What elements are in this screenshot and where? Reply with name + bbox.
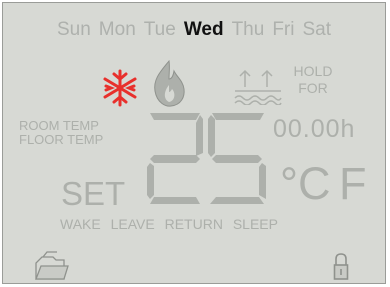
celsius-unit: °C bbox=[280, 158, 331, 209]
snowflake-icon bbox=[103, 69, 137, 107]
day-fri: Fri bbox=[272, 19, 295, 40]
day-tue: Tue bbox=[143, 19, 176, 40]
folder-icon bbox=[35, 251, 69, 280]
temperature-readout bbox=[147, 113, 266, 204]
mode-return: RETURN bbox=[164, 216, 223, 232]
room-temp-label: ROOM TEMP bbox=[19, 118, 99, 133]
hold-timer-readout: 00.00h bbox=[273, 115, 356, 143]
mode-leave: LEAVE bbox=[110, 216, 155, 232]
mode-sleep: SLEEP bbox=[232, 216, 278, 232]
day-thu: Thu bbox=[231, 19, 265, 40]
mode-wake: WAKE bbox=[60, 216, 101, 232]
lock-icon bbox=[333, 253, 349, 280]
fahrenheit-unit: F bbox=[339, 158, 367, 209]
thermostat-lcd: Sun Mon Tue Wed Thu Fri Sat HOLD FOR ROO… bbox=[2, 2, 386, 284]
day-sat: Sat bbox=[302, 19, 332, 40]
day-of-week-bar: Sun Mon Tue Wed Thu Fri Sat bbox=[3, 19, 385, 41]
schedule-modes: WAKE LEAVE RETURN SLEEP bbox=[60, 216, 282, 232]
floor-heating-icon bbox=[234, 69, 282, 105]
set-label: SET bbox=[61, 175, 126, 212]
day-mon: Mon bbox=[98, 19, 136, 40]
for-label: FOR bbox=[298, 80, 328, 96]
day-wed: Wed bbox=[183, 19, 224, 40]
hold-label: HOLD bbox=[293, 63, 333, 79]
day-sun: Sun bbox=[56, 19, 91, 40]
flame-icon bbox=[154, 59, 185, 107]
hold-for-label: HOLD FOR bbox=[288, 63, 338, 97]
sensor-labels: ROOM TEMP FLOOR TEMP bbox=[19, 119, 103, 147]
floor-temp-label: FLOOR TEMP bbox=[19, 132, 104, 147]
